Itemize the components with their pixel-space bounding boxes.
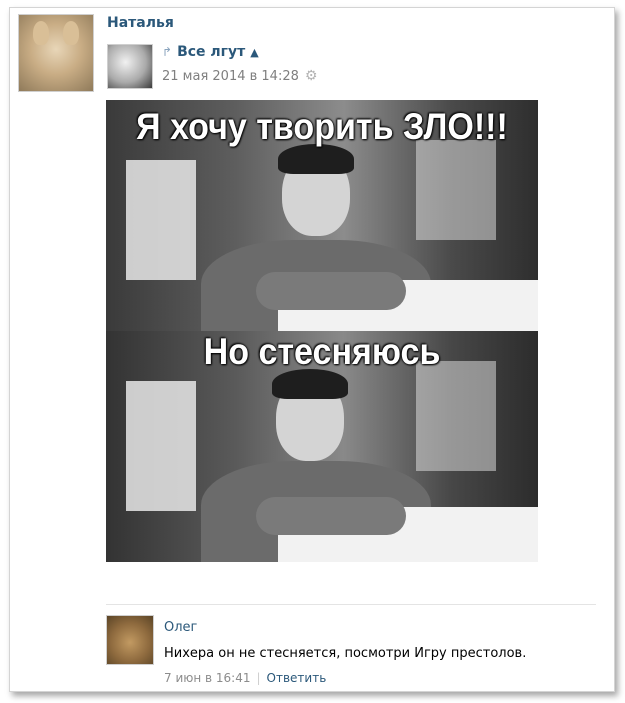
comment-text: Нихера он не стесняется, посмотри Игру п… (164, 646, 527, 661)
group-name-link[interactable]: Все лгут (177, 44, 245, 60)
repost-header: ↱ Все лгут ▲ (162, 44, 259, 60)
meme-caption-top: Я хочу творить ЗЛО!!! (136, 106, 508, 147)
person-hair (278, 144, 354, 174)
author-avatar[interactable] (18, 14, 94, 92)
author-name-link[interactable]: Наталья (107, 15, 174, 31)
meta-separator: | (256, 671, 261, 685)
avatar-ear-left (33, 21, 49, 45)
background-window (416, 140, 496, 240)
background-window (126, 381, 196, 511)
person-arm (256, 272, 406, 310)
repost-arrow-icon: ↱ (162, 45, 173, 59)
person-arm (256, 497, 406, 535)
comment-author-link[interactable]: Олег (164, 620, 197, 635)
person-hair (272, 369, 348, 399)
meme-panel-bottom: Но стесняюсь (106, 331, 538, 562)
comment-meta: 7 июн в 16:41 | Ответить (164, 671, 326, 685)
meme-caption-bottom: Но стесняюсь (203, 331, 441, 372)
avatar-ear-right (63, 21, 79, 45)
post-image[interactable]: Я хочу творить ЗЛО!!! Но стесняюсь (106, 100, 538, 562)
reply-link[interactable]: Ответить (267, 671, 327, 685)
commenter-avatar[interactable] (106, 615, 154, 665)
background-window (416, 361, 496, 471)
background-window (126, 160, 196, 280)
meme-panel-top: Я хочу творить ЗЛО!!! (106, 100, 538, 331)
comment-date-link[interactable]: 7 июн в 16:41 (164, 671, 250, 685)
post-date-row: 21 мая 2014 в 14:28 ⚙ (162, 68, 317, 84)
caret-up-icon[interactable]: ▲ (250, 46, 258, 59)
group-avatar[interactable] (107, 44, 153, 89)
comments-divider (106, 604, 596, 605)
post-date-link[interactable]: 21 мая 2014 в 14:28 (162, 69, 299, 84)
gear-icon[interactable]: ⚙ (305, 68, 318, 84)
